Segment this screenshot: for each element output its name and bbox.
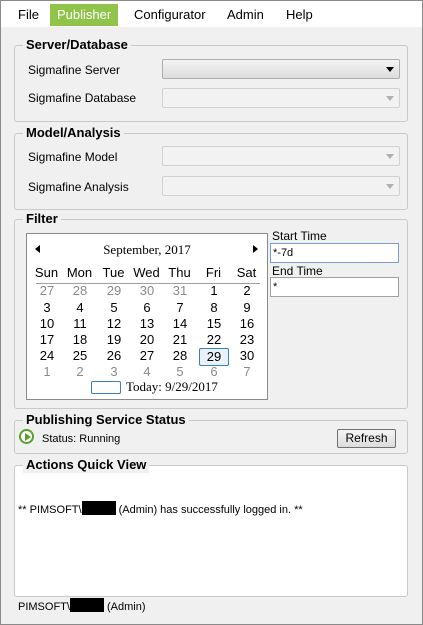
calendar-day[interactable]: 21 xyxy=(165,332,195,348)
weekday-label: Sat xyxy=(236,265,257,280)
calendar-day[interactable]: 31 xyxy=(165,283,195,299)
calendar-day[interactable]: 4 xyxy=(65,300,95,316)
server-database-group: Server/Database xyxy=(14,37,408,122)
calendar-day[interactable]: 23 xyxy=(232,332,262,348)
calendar-day[interactable]: 17 xyxy=(32,332,62,348)
weekday-label: Fri xyxy=(205,265,222,280)
calendar-day[interactable]: 2 xyxy=(232,283,262,299)
calendar: September, 2017 Sun Mon Tue Wed Thu Fri Sat 27… xyxy=(26,233,268,400)
end-time-input[interactable]: * xyxy=(270,277,399,297)
actions-quick-view-title: Actions Quick View xyxy=(23,457,150,473)
calendar-header: September, 2017 xyxy=(27,241,267,259)
model-analysis-group: Model/Analysis xyxy=(14,125,408,210)
calendar-day[interactable]: 1 xyxy=(32,364,62,380)
chevron-down-icon xyxy=(386,184,394,189)
calendar-day[interactable]: 20 xyxy=(132,332,162,348)
calendar-day[interactable]: 5 xyxy=(165,364,195,380)
calendar-day[interactable]: 9 xyxy=(232,300,262,316)
login-message-prefix: ** PIMSOFT\ xyxy=(18,504,82,516)
today-link[interactable]: Today: 9/29/2017 xyxy=(126,379,218,395)
publishing-status-title: Publishing Service Status xyxy=(23,412,189,428)
menu-bar: File Publisher Configurator Admin Help xyxy=(1,1,422,27)
calendar-day[interactable]: 12 xyxy=(99,316,129,332)
menu-publisher[interactable]: Publisher xyxy=(50,4,119,26)
calendar-day[interactable]: 29 xyxy=(99,283,129,299)
sigmafine-model-select[interactable] xyxy=(162,146,400,166)
chevron-down-icon xyxy=(386,154,394,159)
calendar-day[interactable]: 28 xyxy=(165,348,195,364)
menu-help[interactable]: Help xyxy=(279,5,320,25)
calendar-day[interactable]: 30 xyxy=(132,283,162,299)
calendar-day[interactable]: 6 xyxy=(132,300,162,316)
calendar-day[interactable]: 16 xyxy=(232,316,262,332)
service-status-text: Status: Running xyxy=(42,433,121,445)
menu-file[interactable]: File xyxy=(11,5,46,25)
sigmafine-database-label: Sigmafine Database xyxy=(28,91,137,105)
status-user-suffix: (Admin) xyxy=(103,601,146,613)
calendar-day[interactable]: 19 xyxy=(99,332,129,348)
refresh-button[interactable]: Refresh xyxy=(337,429,396,448)
redacted-username xyxy=(81,501,116,515)
calendar-day[interactable]: 10 xyxy=(32,316,62,332)
actions-quick-view-group: Actions Quick View xyxy=(14,457,408,597)
calendar-day[interactable]: 3 xyxy=(99,364,129,380)
calendar-day[interactable]: 26 xyxy=(99,348,129,364)
chevron-down-icon xyxy=(386,96,394,101)
calendar-day[interactable]: 27 xyxy=(132,348,162,364)
calendar-day[interactable]: 4 xyxy=(132,364,162,380)
calendar-day[interactable]: 28 xyxy=(65,283,95,299)
play-status-icon xyxy=(19,429,34,444)
calendar-day[interactable]: 13 xyxy=(132,316,162,332)
calendar-day[interactable]: 18 xyxy=(65,332,95,348)
calendar-day[interactable]: 3 xyxy=(32,300,62,316)
start-time-input[interactable]: *-7d xyxy=(270,243,399,263)
weekday-label: Thu xyxy=(168,265,191,280)
calendar-day[interactable]: 14 xyxy=(165,316,195,332)
weekday-label: Sun xyxy=(34,265,59,280)
sigmafine-server-label: Sigmafine Server xyxy=(28,63,121,77)
calendar-day[interactable]: 30 xyxy=(232,348,262,364)
chevron-right-icon[interactable] xyxy=(253,245,258,253)
calendar-day[interactable]: 8 xyxy=(199,300,229,316)
calendar-day[interactable]: 24 xyxy=(32,348,62,364)
calendar-day[interactable]: 15 xyxy=(199,316,229,332)
sigmafine-database-select[interactable] xyxy=(162,88,400,108)
login-message: ** PIMSOFT\ (Admin) has successfully log… xyxy=(18,501,303,518)
sigmafine-analysis-label: Sigmafine Analysis xyxy=(28,180,129,194)
calendar-day[interactable]: 6 xyxy=(199,364,229,380)
redacted-username xyxy=(69,598,104,612)
calendar-day[interactable]: 27 xyxy=(32,283,62,299)
menu-configurator[interactable]: Configurator xyxy=(127,5,213,25)
calendar-day[interactable]: 2 xyxy=(65,364,95,380)
login-message-suffix: (Admin) has successfully logged in. ** xyxy=(115,504,303,516)
status-bar-user: PIMSOFT\ (Admin) xyxy=(18,598,146,615)
calendar-day[interactable]: 25 xyxy=(65,348,95,364)
server-database-title: Server/Database xyxy=(23,37,131,53)
weekday-label: Wed xyxy=(133,265,160,280)
filter-title: Filter xyxy=(23,211,61,227)
chevron-down-icon xyxy=(386,67,394,72)
calendar-day[interactable]: 22 xyxy=(199,332,229,348)
status-user-prefix: PIMSOFT\ xyxy=(18,601,70,613)
weekday-label: Tue xyxy=(102,265,125,280)
sigmafine-server-select[interactable] xyxy=(162,59,400,79)
calendar-month-title[interactable]: September, 2017 xyxy=(27,241,267,259)
calendar-day[interactable]: 5 xyxy=(99,300,129,316)
start-time-label: Start Time xyxy=(272,229,327,243)
sigmafine-analysis-select[interactable] xyxy=(162,176,400,196)
today-marker xyxy=(91,381,121,394)
calendar-day[interactable]: 7 xyxy=(165,300,195,316)
calendar-day[interactable]: 1 xyxy=(199,283,229,299)
calendar-day[interactable]: 7 xyxy=(232,364,262,380)
sigmafine-model-label: Sigmafine Model xyxy=(28,150,118,164)
weekday-label: Mon xyxy=(66,265,93,280)
menu-admin[interactable]: Admin xyxy=(220,5,271,25)
model-analysis-title: Model/Analysis xyxy=(23,125,124,141)
calendar-day[interactable]: 11 xyxy=(65,316,95,332)
